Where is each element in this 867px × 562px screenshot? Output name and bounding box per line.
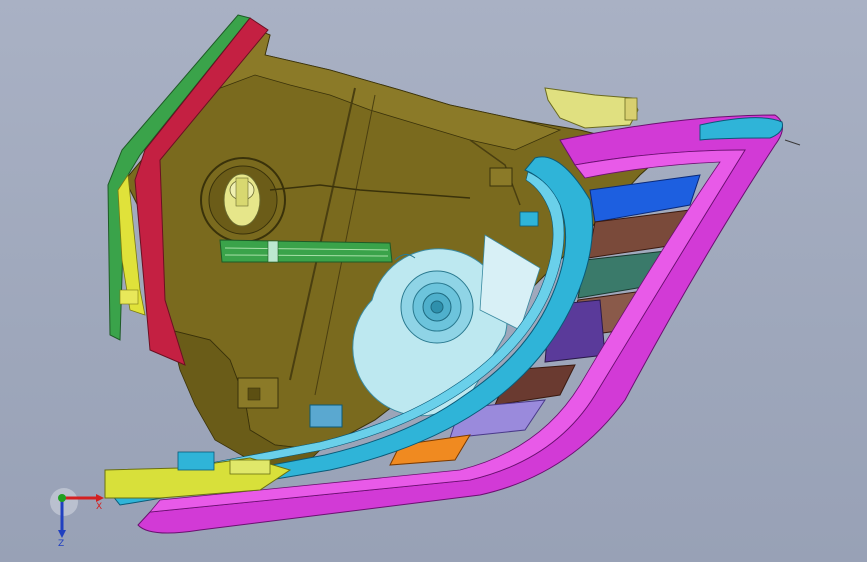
headlamp-model[interactable] [0, 0, 867, 562]
x-axis-arrow-icon [96, 494, 104, 502]
coordinate-triad: X Z [40, 478, 110, 549]
triad-origin-sphere [50, 488, 78, 516]
upper-clip [489, 167, 513, 187]
cyan-clip[interactable] [309, 404, 343, 428]
wiring-harness[interactable] [219, 239, 393, 263]
top-bracket[interactable] [544, 87, 639, 129]
connector-slot [247, 387, 261, 401]
z-axis-arrow-icon [58, 530, 66, 538]
edge-line [784, 139, 801, 146]
bulb-connector-slot [235, 177, 249, 207]
harness-clip [267, 240, 279, 263]
mount-clip[interactable] [177, 451, 215, 471]
z-axis-label: Z [58, 539, 64, 548]
y-axis-icon [58, 494, 66, 502]
projector-lens-core [430, 300, 444, 314]
3d-viewport[interactable]: X Z [0, 0, 867, 562]
top-bracket-tab [624, 97, 638, 121]
upper-cyan-clip [519, 211, 539, 227]
yellow-trim-tab [119, 289, 139, 305]
mount-tab [229, 459, 271, 475]
x-axis-label: X [96, 502, 102, 512]
